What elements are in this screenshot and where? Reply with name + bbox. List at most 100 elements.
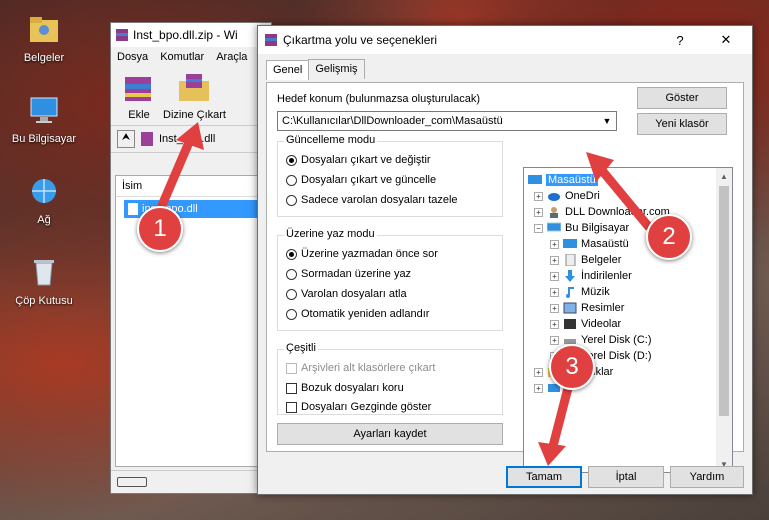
desktop-icon	[563, 239, 577, 248]
archive-address[interactable]: Inst_bpo.dll	[159, 133, 215, 145]
checkbox-keep-broken[interactable]: Bozuk dosyaları koru	[286, 382, 404, 394]
tree-node-music[interactable]: + Müzik	[550, 284, 610, 300]
extract-folder-icon	[179, 74, 210, 101]
extract-to-button-label: Dizine Çıkart	[163, 109, 226, 121]
file-icon	[128, 203, 138, 215]
desktop-icon	[528, 175, 542, 184]
computer-icon	[547, 222, 561, 232]
general-panel: Hedef konum (bulunmazsa oluşturulacak) C…	[266, 82, 744, 473]
expand-icon[interactable]: +	[550, 255, 559, 265]
pictures-icon	[563, 302, 577, 314]
radio-button[interactable]	[286, 268, 297, 280]
update-mode-group: Güncelleme modu Dosyaları çıkart ve deği…	[277, 134, 503, 217]
network-icon	[32, 179, 56, 203]
tree-node-desktop[interactable]: Masaüstü	[528, 172, 598, 188]
expand-icon[interactable]: +	[550, 303, 559, 313]
tree-node-label: Masaüstü	[546, 174, 598, 186]
callout-badge-1: 1	[137, 206, 183, 252]
radio-extract-replace[interactable]: Dosyaları çıkart ve değiştir	[286, 154, 431, 166]
tab-general[interactable]: Genel	[266, 60, 310, 80]
tree-scrollbar[interactable]: ▲ ▼	[716, 168, 732, 472]
radio-extract-update[interactable]: Dosyaları çıkart ve güncelle	[286, 174, 436, 186]
checkbox-show-in-explorer[interactable]: Dosyaları Gezginde göster	[286, 401, 431, 413]
menu-file[interactable]: Dosya	[117, 51, 148, 63]
radio-button[interactable]	[286, 154, 297, 166]
menu-tools[interactable]: Araçla	[216, 51, 247, 63]
tab-advanced[interactable]: Gelişmiş	[308, 59, 365, 79]
close-icon[interactable]: ✕	[706, 26, 746, 54]
expand-icon[interactable]: +	[550, 335, 559, 345]
overwrite-mode-title: Üzerine yaz modu	[284, 228, 377, 240]
checkbox[interactable]	[286, 401, 297, 413]
tree-node-pc-desktop[interactable]: + Masaüstü	[550, 236, 629, 252]
checkbox-label: Dosyaları Gezginde göster	[301, 401, 432, 413]
radio-ask-before-overwrite[interactable]: Üzerine yazmadan önce sor	[286, 248, 438, 260]
radio-button[interactable]	[286, 248, 297, 260]
music-icon	[566, 287, 574, 298]
archive-toolbar: Ekle Dizine Çıkart	[111, 67, 271, 126]
menu-commands[interactable]: Komutlar	[160, 51, 204, 63]
radio-button[interactable]	[286, 308, 297, 320]
checkbox	[286, 362, 297, 374]
tree-node-documents[interactable]: + Belgeler	[550, 252, 621, 268]
add-button[interactable]: Ekle	[121, 71, 157, 125]
radio-button[interactable]	[286, 174, 297, 186]
desktop-icon-documents[interactable]: Belgeler	[4, 12, 84, 64]
tree-node-user[interactable]: + DLL Downloader.com	[534, 204, 670, 220]
column-header-name[interactable]: İsim	[116, 176, 266, 197]
scroll-thumb[interactable]	[719, 186, 729, 416]
winrar-icon	[265, 34, 277, 46]
tree-node-this-pc[interactable]: − Bu Bilgisayar	[534, 220, 629, 236]
desktop-icon-this-pc[interactable]: Bu Bilgisayar	[4, 93, 84, 145]
tree-node-label: DLL Downloader.com	[565, 206, 670, 218]
recycle-bin-icon	[34, 260, 54, 286]
callout-badge-3: 3	[549, 344, 595, 390]
folder-user-icon	[30, 17, 58, 42]
add-button-label: Ekle	[128, 109, 150, 121]
radio-auto-rename[interactable]: Otomatik yeniden adlandır	[286, 308, 429, 320]
archive-add-icon	[125, 77, 151, 101]
radio-skip-existing[interactable]: Varolan dosyaları atla	[286, 288, 407, 300]
scroll-up-icon[interactable]: ▲	[716, 168, 732, 184]
chevron-down-icon[interactable]: ▼	[598, 112, 616, 130]
extract-dialog: Çıkartma yolu ve seçenekleri ? ✕ Genel G…	[257, 25, 753, 495]
desktop-icon-network[interactable]: Ağ	[4, 174, 84, 226]
archive-window-titlebar[interactable]: Inst_bpo.dll.zip - Wi	[111, 23, 271, 47]
help-icon[interactable]: ?	[660, 26, 700, 54]
up-folder-icon[interactable]: ⮝	[117, 130, 135, 148]
radio-freshen-existing[interactable]: Sadece varolan dosyaları tazele	[286, 194, 458, 206]
cancel-button[interactable]: İptal	[588, 466, 664, 488]
help-button[interactable]: Yardım	[670, 466, 744, 488]
expand-icon[interactable]: +	[534, 383, 543, 393]
desktop-icon-recycle-bin[interactable]: Çöp Kutusu	[4, 255, 84, 307]
radio-button[interactable]	[286, 288, 297, 300]
tree-node-label: Videolar	[581, 318, 622, 330]
tree-node-onedrive[interactable]: + OneDri	[534, 188, 600, 204]
radio-button[interactable]	[286, 194, 297, 206]
expand-icon[interactable]: +	[550, 271, 559, 281]
expand-icon[interactable]: +	[550, 287, 559, 297]
folder-tree[interactable]: Masaüstü + OneDri + DLL Downloader.com − Bu…	[523, 167, 733, 473]
checkbox-extract-subfolders: Arşivleri alt klasörlere çıkart	[286, 362, 435, 374]
collapse-icon[interactable]: −	[534, 223, 543, 233]
tree-node-pictures[interactable]: + Resimler	[550, 300, 624, 316]
extract-to-button[interactable]: Dizine Çıkart	[163, 71, 226, 125]
user-icon	[550, 207, 558, 218]
tree-node-videos[interactable]: + Videolar	[550, 316, 621, 332]
expand-icon[interactable]: +	[550, 239, 559, 249]
destination-combobox[interactable]: C:\Kullanıcılar\DllDownloader_com\Masaüs…	[277, 111, 617, 131]
expand-icon[interactable]: +	[550, 319, 559, 329]
dialog-titlebar[interactable]: Çıkartma yolu ve seçenekleri ? ✕	[258, 26, 752, 54]
tree-node-downloads[interactable]: + İndirilenler	[550, 268, 632, 284]
checkbox[interactable]	[286, 382, 297, 394]
expand-icon[interactable]: +	[534, 367, 543, 377]
ok-button[interactable]: Tamam	[506, 466, 582, 488]
expand-icon[interactable]: +	[534, 207, 543, 217]
radio-label: Sormadan üzerine yaz	[301, 268, 412, 280]
expand-icon[interactable]: +	[534, 191, 543, 201]
show-button[interactable]: Göster	[637, 87, 727, 109]
new-folder-button[interactable]: Yeni klasör	[637, 113, 727, 135]
radio-label: Otomatik yeniden adlandır	[301, 308, 430, 320]
radio-overwrite-without-prompt[interactable]: Sormadan üzerine yaz	[286, 268, 411, 280]
save-settings-button[interactable]: Ayarları kaydet	[277, 423, 503, 445]
